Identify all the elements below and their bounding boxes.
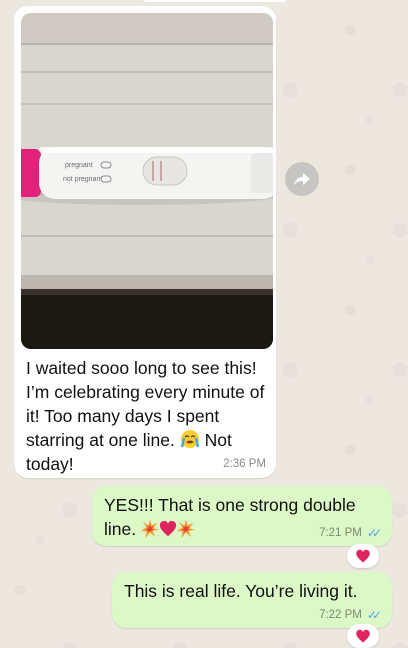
loudly-crying-face-icon <box>180 430 199 448</box>
outgoing-message-bubble[interactable]: YES!!! That is one strong double line. 7… <box>92 486 392 546</box>
photo-illustration: pregnant not pregnant <box>21 13 273 349</box>
outgoing-meta: 7:21 PM ✓✓ <box>319 526 382 540</box>
red-heart-icon <box>159 520 177 537</box>
reaction-badge[interactable] <box>347 624 379 648</box>
forward-button[interactable] <box>285 162 319 196</box>
previous-message-edge <box>140 0 290 2</box>
read-receipt-icon: ✓✓ <box>366 608 382 622</box>
forward-arrow-icon <box>294 173 310 185</box>
test-label-pregnant: pregnant <box>65 162 93 169</box>
outgoing-timestamp: 7:22 PM <box>319 609 362 621</box>
outgoing-timestamp: 7:21 PM <box>319 527 362 539</box>
collision-icon <box>140 520 159 538</box>
test-label-not-pregnant: not pregnant <box>63 176 102 183</box>
red-heart-icon <box>356 549 370 562</box>
incoming-message-bubble[interactable]: pregnant not pregnant I waited sooo long… <box>14 6 276 478</box>
incoming-timestamp: 2:36 PM <box>223 458 266 470</box>
pregnancy-test-photo[interactable]: pregnant not pregnant <box>21 13 273 349</box>
red-heart-icon <box>356 629 370 642</box>
outgoing-message-bubble[interactable]: This is real life. You’re living it. 7:2… <box>112 572 392 628</box>
reaction-badge[interactable] <box>347 544 379 568</box>
collision-icon <box>176 520 195 538</box>
outgoing-meta: 7:22 PM ✓✓ <box>319 608 382 622</box>
outgoing-message-text: This is real life. You’re living it. <box>124 581 358 601</box>
read-receipt-icon: ✓✓ <box>366 526 382 540</box>
